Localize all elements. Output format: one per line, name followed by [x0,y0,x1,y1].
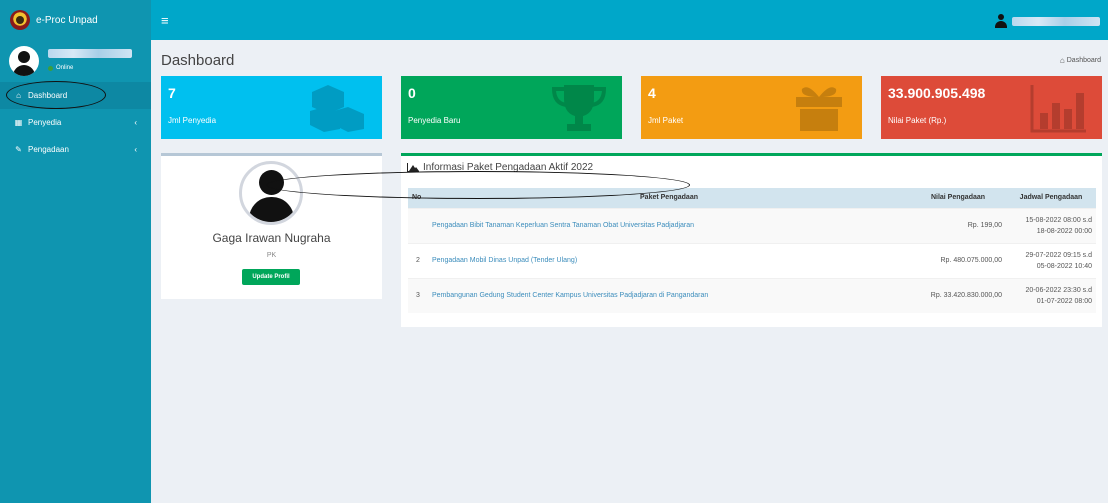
menu-toggle-icon[interactable]: ≡ [161,13,169,28]
package-link[interactable]: Pembangunan Gedung Student Center Kampus… [432,292,708,299]
app-title: e-Proc Unpad [36,14,98,26]
column-header-jadwal: Jadwal Pengadaan [1006,188,1096,208]
profile-name: Gaga Irawan Nugraha [212,231,331,245]
row-number: 2 [408,242,428,278]
top-navbar: ≡ [151,0,1108,40]
avatar [9,46,39,76]
edit-icon: ✎ [15,145,22,154]
user-menu[interactable] [994,14,1100,28]
user-icon [994,14,1008,28]
sidebar-item-label: Pengadaan [28,145,69,154]
sidebar-item-pengadaan[interactable]: ✎ Pengadaan ‹ [0,136,151,163]
sidebar-item-label: Dashboard [28,91,68,100]
profile-card: Gaga Irawan Nugraha PK Update Profil [161,153,382,299]
update-profile-button[interactable]: Update Profil [242,269,300,285]
column-header-nilai: Nilai Pengadaan [910,188,1006,208]
app-logo[interactable]: e-Proc Unpad [0,0,151,40]
stat-value: 33.900.905.498 [888,85,986,101]
page-title: Dashboard [161,52,235,69]
bar-chart-icon [1030,85,1086,133]
redacted-username [1012,16,1100,26]
chevron-left-icon: ‹ [134,118,137,127]
stat-label: Penyedia Baru [408,116,461,125]
package-value: Rp. 199,00 [910,207,1006,243]
cubes-icon [310,85,364,132]
stat-label: Jml Penyedia [168,116,217,125]
avatar [239,161,303,225]
user-status: Online [48,65,73,71]
stat-box-jml-paket: 4 Jml Paket [641,76,862,139]
table-header-row: No Paket Pengadaan Nilai Pengadaan Jadwa… [408,188,1096,208]
dashboard-icon: ⌂ [1059,56,1065,65]
package-schedule: 20-06-2022 23:30 s.d 01-07-2022 08:00 [1006,277,1096,313]
sidebar: Online ⌂ Dashboard ▦ Penyedia ‹ ✎ Pengad… [0,40,151,503]
stat-value: 0 [408,85,416,101]
stat-box-nilai-paket: 33.900.905.498 Nilai Paket (Rp.) [881,76,1102,139]
row-number: 3 [408,277,428,313]
card-title: Informasi Paket Pengadaan Aktif 2022 [407,162,593,173]
column-header-paket: Paket Pengadaan [428,188,910,208]
trophy-icon [551,85,607,131]
user-panel: Online [0,40,151,82]
table-row: 2 Pengadaan Mobil Dinas Unpad (Tender Ul… [408,242,1096,278]
sidebar-item-penyedia[interactable]: ▦ Penyedia ‹ [0,109,151,136]
package-table: No Paket Pengadaan Nilai Pengadaan Jadwa… [408,188,1096,313]
gift-icon [796,87,842,131]
table-row: Pengadaan Bibit Tanaman Keperluan Sentra… [408,207,1096,243]
package-schedule: 29-07-2022 09:15 s.d 05-08-2022 10:40 [1006,242,1096,278]
profile-role: PK [266,252,277,259]
redacted-user-name [48,49,132,58]
package-link[interactable]: Pengadaan Mobil Dinas Unpad (Tender Ulan… [432,257,577,264]
breadcrumb[interactable]: ⌂ Dashboard [1060,56,1101,65]
stat-value: 4 [648,85,656,101]
university-emblem-icon [10,10,30,30]
package-schedule: 15-08-2022 08:00 s.d 18-08-2022 00:00 [1006,207,1096,243]
stat-label: Jml Paket [648,116,684,125]
package-link[interactable]: Pengadaan Bibit Tanaman Keperluan Sentra… [432,222,694,229]
stat-label: Nilai Paket (Rp.) [888,116,947,125]
calendar-icon: ▦ [14,118,23,127]
package-value: Rp. 33.420.830.000,00 [910,277,1006,313]
stat-value: 7 [168,85,176,101]
main-content: Dashboard ⌂ Dashboard 7 Jml Penyedia 0 P… [151,40,1108,503]
package-value: Rp. 480.075.000,00 [910,242,1006,278]
dashboard-icon: ⌂ [16,91,21,100]
stat-box-penyedia-baru: 0 Penyedia Baru [401,76,622,139]
table-row: 3 Pembangunan Gedung Student Center Kamp… [408,277,1096,313]
column-header-no: No [408,188,428,208]
area-chart-icon [407,163,419,172]
sidebar-item-dashboard[interactable]: ⌂ Dashboard [0,82,151,109]
package-info-card: Informasi Paket Pengadaan Aktif 2022 No … [401,153,1102,327]
row-number [408,207,428,243]
sidebar-item-label: Penyedia [28,118,62,127]
online-status-icon [48,65,53,71]
stat-box-jml-penyedia: 7 Jml Penyedia [161,76,382,139]
chevron-left-icon: ‹ [134,145,137,154]
